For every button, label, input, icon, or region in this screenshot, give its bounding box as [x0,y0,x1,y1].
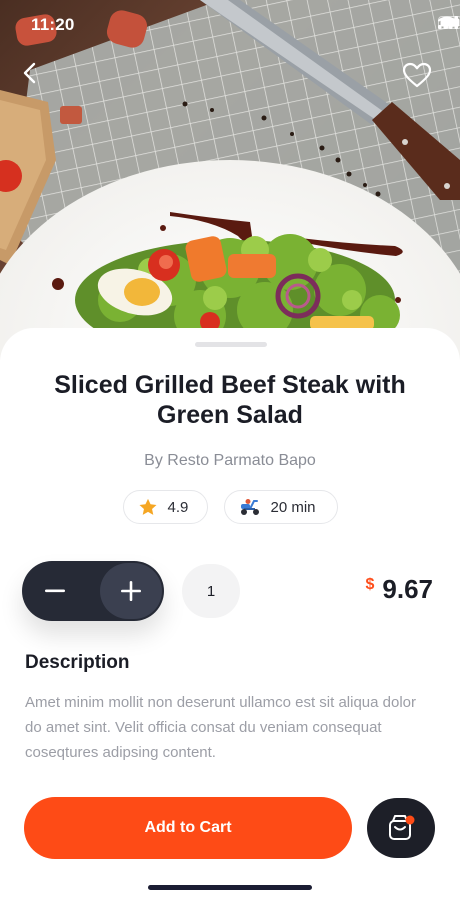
price-value: 9.67 [382,574,433,604]
back-icon [23,62,36,84]
favorite-button[interactable] [402,62,438,98]
scooter-icon [240,499,259,515]
food-photo-illustration [0,0,460,360]
description-heading: Description [25,652,130,673]
decrease-quantity-button[interactable] [22,561,88,621]
status-time: 11:20 [31,15,75,34]
rating-value: 4.9 [167,498,189,516]
cart-notification-dot [405,815,415,825]
hero-food-image: 11:20 [0,0,460,360]
sheet-drag-handle[interactable] [195,342,267,347]
restaurant-name: By Resto Parmato Bapo [144,452,316,469]
quantity-stepper [22,561,164,621]
cart-bag-button[interactable] [367,798,435,858]
description-text: Amet minim mollit non deserunt ullamco e… [25,694,417,761]
battery-icon [438,16,460,29]
product-meta-chips: 4.9 20 min [0,490,460,524]
rating-chip: 4.9 [122,490,208,524]
minus-icon [45,589,65,593]
increase-quantity-button[interactable] [100,563,162,619]
plus-icon [121,581,141,601]
add-to-cart-button[interactable]: Add to Cart [24,797,352,859]
price-currency: $ [365,576,375,593]
delivery-time-value: 20 min [270,498,316,516]
star-icon [138,498,157,515]
product-price: $ 9.67 [365,574,433,605]
back-button[interactable] [22,62,58,98]
shopping-bag-icon [389,815,415,840]
home-indicator[interactable] [148,885,312,890]
heart-icon [402,62,432,88]
delivery-time-chip: 20 min [223,490,338,524]
quantity-value: 1 [182,564,240,618]
product-detail-sheet: Sliced Grilled Beef Steak with Green Sal… [0,328,460,900]
product-title: Sliced Grilled Beef Steak with Green Sal… [54,371,406,429]
